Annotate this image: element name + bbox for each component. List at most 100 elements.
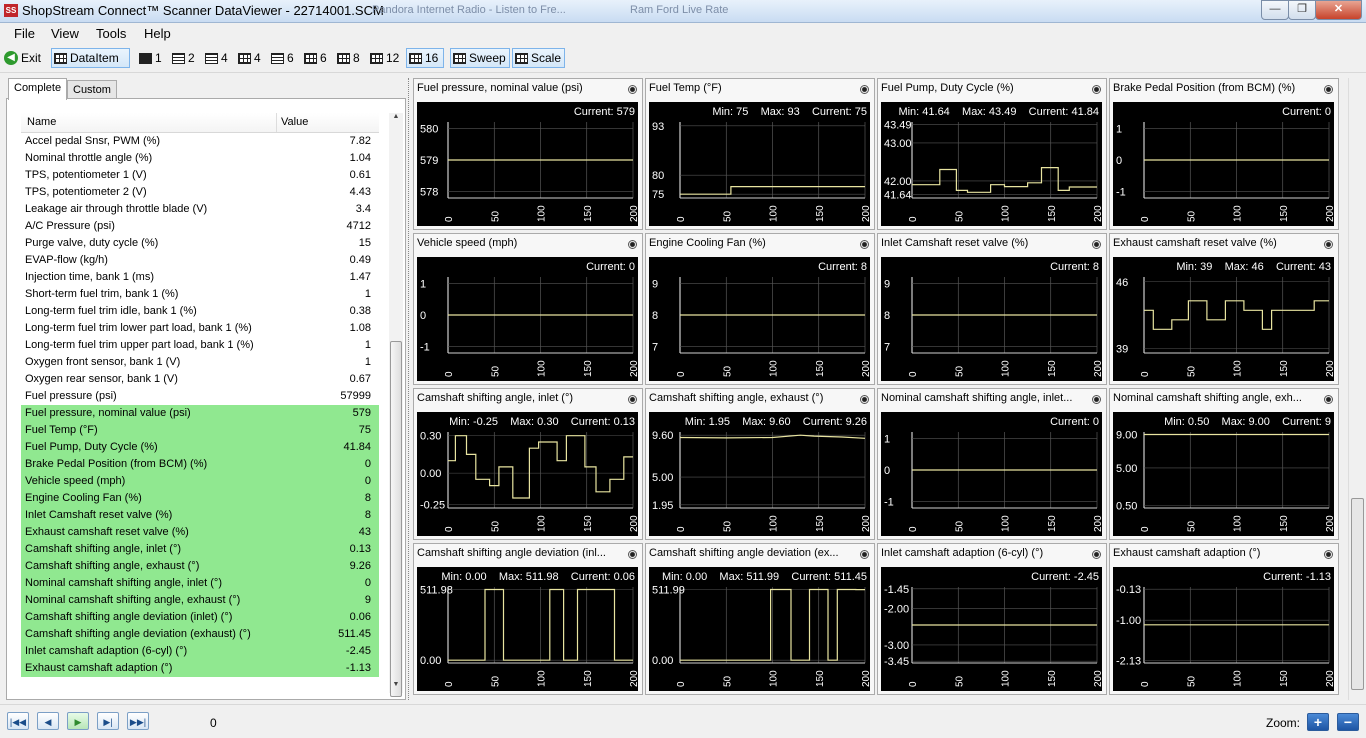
play-button[interactable]: ▶ [67,712,89,730]
chart-select-radio-icon[interactable] [860,85,869,94]
list-item[interactable]: Long-term fuel trim lower part load, ban… [21,320,379,337]
layout-1-button[interactable]: 1 [137,48,164,68]
tab-complete[interactable]: Complete [8,78,68,100]
list-item[interactable]: TPS, potentiometer 1 (V) 0.61 [21,167,379,184]
chart-select-radio-icon[interactable] [1324,550,1333,559]
chart-panel[interactable]: Fuel Temp (°F) Min: 75 Max: 93 Current: 7… [645,78,875,230]
list-scrollbar[interactable]: ▲ ▼ [389,113,403,697]
list-scroll-thumb[interactable] [390,341,402,697]
list-item[interactable]: Long-term fuel trim upper part load, ban… [21,337,379,354]
list-item[interactable]: Accel pedal Snsr, PWM (%) 7.82 [21,133,379,150]
list-item[interactable]: Short-term fuel trim, bank 1 (%) 1 [21,286,379,303]
layout-12-button[interactable]: 12 [368,48,401,68]
chart-select-radio-icon[interactable] [628,550,637,559]
minimize-button[interactable]: — [1261,0,1289,20]
previous-frame-button[interactable]: ◀ [37,712,59,730]
column-header-value[interactable]: Value [281,116,308,128]
list-item[interactable]: Long-term fuel trim idle, bank 1 (%) 0.38 [21,303,379,320]
chart-select-radio-icon[interactable] [1092,85,1101,94]
list-item[interactable]: Engine Cooling Fan (%) 8 [21,490,379,507]
list-item[interactable]: Camshaft shifting angle, exhaust (°) 9.26 [21,558,379,575]
chart-select-radio-icon[interactable] [860,395,869,404]
list-item[interactable]: Camshaft shifting angle deviation (inlet… [21,609,379,626]
maximize-button[interactable]: ❐ [1288,0,1316,20]
list-item[interactable]: Nominal camshaft shifting angle, inlet (… [21,575,379,592]
list-item[interactable]: Camshaft shifting angle deviation (exhau… [21,626,379,643]
chart-panel[interactable]: Engine Cooling Fan (%) Current: 8 9 8 7 0 50 10… [645,233,875,385]
chart-panel[interactable]: Inlet camshaft adaption (6-cyl) (°) Curre… [877,543,1107,695]
chart-select-radio-icon[interactable] [1092,395,1101,404]
chart-select-radio-icon[interactable] [628,240,637,249]
chart-panel[interactable]: Camshaft shifting angle deviation (ex...… [645,543,875,695]
chart-panel[interactable]: Nominal camshaft shifting angle, inlet..… [877,388,1107,540]
sweep-button[interactable]: Sweep [450,48,510,68]
column-header-name[interactable]: Name [27,116,56,128]
chart-panel[interactable]: Camshaft shifting angle, inlet (°) Min: -… [413,388,643,540]
chart-select-radio-icon[interactable] [1324,240,1333,249]
menu-view[interactable]: View [51,26,79,41]
chart-panel[interactable]: Exhaust camshaft reset valve (%) Min: 39 … [1109,233,1339,385]
chart-panel[interactable]: Fuel pressure, nominal value (psi) Curren… [413,78,643,230]
list-item[interactable]: Exhaust camshaft adaption (°) -1.13 [21,660,379,677]
chart-panel[interactable]: Fuel Pump, Duty Cycle (%) Min: 41.64 Max:… [877,78,1107,230]
list-item[interactable]: Inlet Camshaft reset valve (%) 8 [21,507,379,524]
list-item[interactable]: EVAP-flow (kg/h) 0.49 [21,252,379,269]
zoom-in-button[interactable]: + [1307,713,1329,731]
list-item[interactable]: Leakage air through throttle blade (V) 3.… [21,201,379,218]
charts-scrollbar[interactable] [1348,78,1365,700]
list-item[interactable]: A/C Pressure (psi) 4712 [21,218,379,235]
list-item[interactable]: Fuel pressure, nominal value (psi) 579 [21,405,379,422]
chart-select-radio-icon[interactable] [1092,550,1101,559]
exit-button[interactable]: ◀ Exit [2,48,43,68]
dataitem-button[interactable]: DataItem [51,48,130,68]
chart-panel[interactable]: Exhaust camshaft adaption (°) Current: -1… [1109,543,1339,695]
charts-scroll-thumb[interactable] [1351,498,1364,690]
list-item[interactable]: Nominal camshaft shifting angle, exhaust… [21,592,379,609]
chart-panel[interactable]: Camshaft shifting angle, exhaust (°) Min:… [645,388,875,540]
next-frame-button[interactable]: ▶| [97,712,119,730]
column-divider[interactable] [276,113,277,132]
list-item[interactable]: Fuel pressure (psi) 57999 [21,388,379,405]
scroll-up-icon[interactable]: ▲ [389,113,403,125]
list-item[interactable]: TPS, potentiometer 2 (V) 4.43 [21,184,379,201]
menu-tools[interactable]: Tools [96,26,126,41]
chart-select-radio-icon[interactable] [1324,85,1333,94]
panel-splitter[interactable] [408,78,412,700]
chart-select-radio-icon[interactable] [628,395,637,404]
zoom-out-button[interactable]: − [1337,713,1359,731]
menu-file[interactable]: File [14,26,35,41]
list-item[interactable]: Exhaust camshaft reset valve (%) 43 [21,524,379,541]
chart-select-radio-icon[interactable] [860,240,869,249]
chart-select-radio-icon[interactable] [628,85,637,94]
list-item[interactable]: Camshaft shifting angle, inlet (°) 0.13 [21,541,379,558]
layout-4-grid-button[interactable]: 4 [236,48,263,68]
first-frame-button[interactable]: |◀◀ [7,712,29,730]
list-item[interactable]: Oxygen rear sensor, bank 1 (V) 0.67 [21,371,379,388]
scroll-down-icon[interactable]: ▼ [389,681,403,693]
layout-8-button[interactable]: 8 [335,48,362,68]
layout-2-button[interactable]: 2 [170,48,197,68]
layout-6-rows-button[interactable]: 6 [269,48,296,68]
close-button[interactable]: ✕ [1315,0,1362,20]
layout-6-grid-button[interactable]: 6 [302,48,329,68]
list-item[interactable]: Brake Pedal Position (from BCM) (%) 0 [21,456,379,473]
chart-select-radio-icon[interactable] [860,550,869,559]
last-frame-button[interactable]: ▶▶| [127,712,149,730]
chart-panel[interactable]: Inlet Camshaft reset valve (%) Current: 8… [877,233,1107,385]
list-item[interactable]: Injection time, bank 1 (ms) 1.47 [21,269,379,286]
list-item[interactable]: Inlet camshaft adaption (6-cyl) (°) -2.45 [21,643,379,660]
scale-button[interactable]: Scale [512,48,565,68]
chart-select-radio-icon[interactable] [1092,240,1101,249]
menu-help[interactable]: Help [144,26,171,41]
chart-panel[interactable]: Vehicle speed (mph) Current: 0 1 0 -1 0 50 100 1… [413,233,643,385]
list-item[interactable]: Fuel Temp (°F) 75 [21,422,379,439]
list-item[interactable]: Fuel Pump, Duty Cycle (%) 41.84 [21,439,379,456]
layout-16-button[interactable]: 16 [406,48,444,68]
chart-panel[interactable]: Camshaft shifting angle deviation (inl..… [413,543,643,695]
chart-panel[interactable]: Brake Pedal Position (from BCM) (%) Curre… [1109,78,1339,230]
list-item[interactable]: Purge valve, duty cycle (%) 15 [21,235,379,252]
chart-panel[interactable]: Nominal camshaft shifting angle, exh... M… [1109,388,1339,540]
list-item[interactable]: Oxygen front sensor, bank 1 (V) 1 [21,354,379,371]
layout-4-rows-button[interactable]: 4 [203,48,230,68]
list-item[interactable]: Vehicle speed (mph) 0 [21,473,379,490]
